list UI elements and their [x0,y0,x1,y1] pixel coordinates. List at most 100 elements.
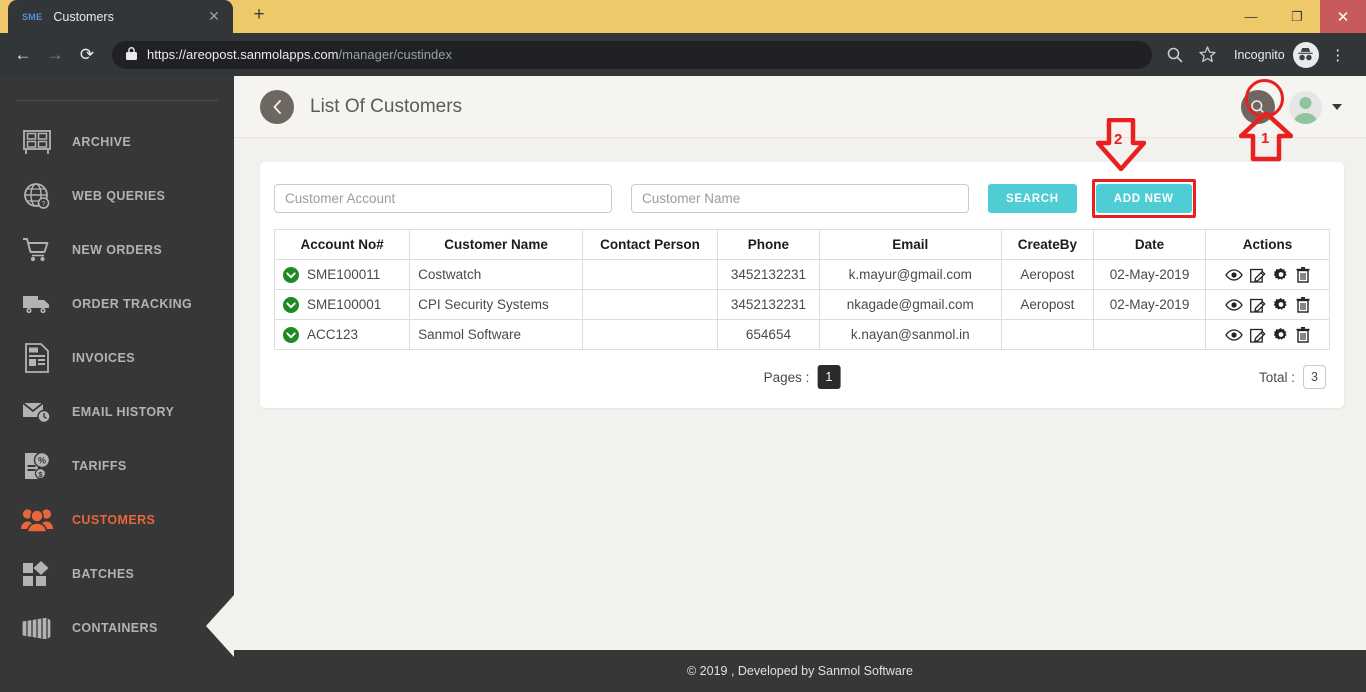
customer-account-input[interactable] [274,184,612,213]
cell-contact [581,289,719,320]
col-email[interactable]: Email [818,229,1002,260]
annotation-label-2: 2 [1114,131,1123,148]
window-close-button[interactable]: ✕ [1320,0,1366,33]
browser-window: SME Customers ✕ + — ❐ ✕ ← → ⟳ https://ar… [0,0,1366,692]
customers-card: SEARCH ADD NEW Account N [260,162,1344,408]
table-row[interactable]: SME100001 CPI Security Systems 345213223… [273,289,1331,320]
back-button[interactable]: ← [8,40,38,70]
table-body: SME100011 Costwatch 3452132231 k.mayur@g… [273,259,1331,350]
address-bar[interactable]: https://areopost.sanmolapps.com/manager/… [112,40,1152,69]
cell-account: ACC123 [273,319,411,350]
eye-icon[interactable] [1225,268,1243,282]
sidebar-item-label: WEB QUERIES [72,189,166,203]
svg-text:?: ? [42,201,46,208]
page-number-button[interactable]: 1 [817,365,841,389]
trash-icon[interactable] [1296,326,1310,343]
col-account-no[interactable]: Account No# [273,229,411,260]
sidebar-divider [16,100,218,101]
edit-icon[interactable] [1250,297,1266,313]
cell-contact [581,259,719,290]
cell-phone: 3452132231 [717,289,820,320]
gear-icon[interactable] [1273,267,1289,283]
pages-label: Pages : [763,369,810,385]
search-icon[interactable] [1241,90,1275,124]
table-row[interactable]: ACC123 Sanmol Software 654654 k.nayan@sa… [273,319,1331,350]
add-new-button[interactable]: ADD NEW [1095,184,1192,213]
annotation-label-1: 1 [1261,130,1270,147]
col-createby[interactable]: CreateBy [1000,229,1095,260]
green-check-circle-icon[interactable] [283,296,299,313]
edit-icon[interactable] [1250,267,1266,283]
total-value: 3 [1303,365,1326,389]
incognito-label: Incognito [1234,47,1285,62]
cell-actions [1204,319,1331,350]
lock-icon [126,46,137,63]
avatar[interactable] [1289,90,1322,124]
sidebar-item-label: CUSTOMERS [72,513,156,527]
cell-email: k.nayan@sanmol.in [818,319,1002,350]
edit-icon[interactable] [1250,327,1266,343]
cell-email: k.mayur@gmail.com [818,259,1002,290]
globe-question-icon: ? [20,180,54,212]
table-footer: Pages : 1 Total : 3 [274,350,1330,394]
sidebar-item-containers[interactable]: CONTAINERS [0,601,234,655]
sidebar-item-label: INVOICES [72,351,135,365]
sidebar-item-email-history[interactable]: EMAIL HISTORY [0,385,234,439]
cell-phone: 3452132231 [717,259,820,290]
incognito-icon[interactable] [1292,41,1319,68]
sidebar-item-archive[interactable]: ARCHIVE [0,115,234,169]
col-contact-person[interactable]: Contact Person [581,229,719,260]
account-number: SME100001 [307,297,382,312]
sidebar-item-invoices[interactable]: INVOICES [0,331,234,385]
sidebar-item-label: NEW ORDERS [72,243,163,257]
sidebar-item-batches[interactable]: BATCHES [0,547,234,601]
sidebar-item-web-queries[interactable]: ? WEB QUERIES [0,169,234,223]
chevron-down-icon[interactable] [1332,104,1342,110]
browser-menu-icon[interactable]: ⋮ [1325,46,1351,64]
cell-name: Costwatch [409,259,583,290]
window-maximize-button[interactable]: ❐ [1274,0,1320,33]
cell-createby [1000,319,1095,350]
eye-icon[interactable] [1225,298,1243,312]
gear-icon[interactable] [1273,327,1289,343]
customers-table: Account No# Customer Name Contact Person… [273,229,1331,350]
trash-icon[interactable] [1296,266,1310,283]
tab-strip: SME Customers ✕ + — ❐ ✕ [0,0,1366,33]
customer-name-input[interactable] [631,184,969,213]
bookmark-star-icon[interactable] [1192,40,1222,70]
sidebar-item-customers[interactable]: CUSTOMERS [0,493,234,547]
gear-icon[interactable] [1273,297,1289,313]
tab-close-icon[interactable]: ✕ [205,8,223,26]
search-button[interactable]: SEARCH [988,184,1077,213]
url-path: /manager/custindex [338,47,452,62]
new-tab-button[interactable]: + [245,2,273,30]
table-row[interactable]: SME100011 Costwatch 3452132231 k.mayur@g… [273,259,1331,290]
col-customer-name[interactable]: Customer Name [409,229,583,260]
col-date[interactable]: Date [1093,229,1206,260]
sidebar-item-order-tracking[interactable]: ORDER TRACKING [0,277,234,331]
cell-actions [1204,259,1331,290]
header-actions [1241,76,1342,138]
search-icon[interactable] [1160,40,1190,70]
tariff-percent-icon: % $ [20,450,54,482]
forward-button[interactable]: → [40,40,70,70]
sidebar-item-label: CONTAINERS [72,621,158,635]
table-header-row: Account No# Customer Name Contact Person… [273,229,1331,260]
green-check-circle-icon[interactable] [283,326,299,343]
cell-account: SME100011 [273,259,411,290]
green-check-circle-icon[interactable] [283,266,299,283]
sidebar-item-tariffs[interactable]: % $ TARIFFS [0,439,234,493]
tab-title: Customers [53,9,114,24]
eye-icon[interactable] [1225,328,1243,342]
back-chevron-icon[interactable] [260,89,294,124]
trash-icon[interactable] [1296,296,1310,313]
reload-button[interactable]: ⟳ [72,40,102,70]
add-new-button-wrap: ADD NEW [1091,179,1196,218]
col-actions: Actions [1204,229,1331,260]
window-minimize-button[interactable]: — [1228,0,1274,33]
total-label: Total : [1258,369,1295,385]
col-phone[interactable]: Phone [717,229,820,260]
sidebar-item-new-orders[interactable]: NEW ORDERS [0,223,234,277]
browser-tab-customers[interactable]: SME Customers ✕ [8,0,233,33]
cell-date: 02-May-2019 [1093,289,1206,320]
